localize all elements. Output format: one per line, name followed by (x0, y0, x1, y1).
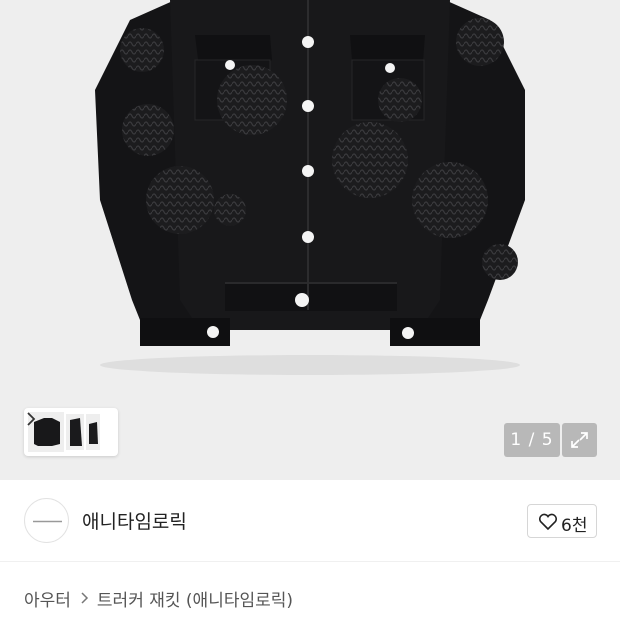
like-button[interactable]: 6천 (527, 504, 597, 538)
expand-button[interactable] (562, 423, 597, 457)
like-count: 6천 (561, 516, 588, 536)
thumbnail-images (28, 412, 100, 452)
product-image-gallery[interactable]: 1 / 5 (0, 0, 620, 480)
seller-name[interactable]: 애니타임로릭 (82, 507, 187, 534)
seller-logo-icon (33, 520, 62, 523)
expand-icon (571, 432, 588, 448)
breadcrumb-category[interactable]: 아우터 (24, 586, 71, 611)
heart-icon (538, 513, 558, 531)
chevron-right-icon (81, 592, 88, 604)
breadcrumb-subcategory[interactable]: 트러커 재킷 (애니타임로릭) (97, 586, 293, 611)
thumbnail-strip[interactable] (24, 408, 118, 456)
breadcrumb: 아우터 트러커 재킷 (애니타임로릭) (24, 586, 293, 611)
chevron-right-icon[interactable] (24, 408, 38, 430)
avatar[interactable] (24, 498, 69, 543)
image-counter: 1 / 5 (504, 423, 560, 457)
